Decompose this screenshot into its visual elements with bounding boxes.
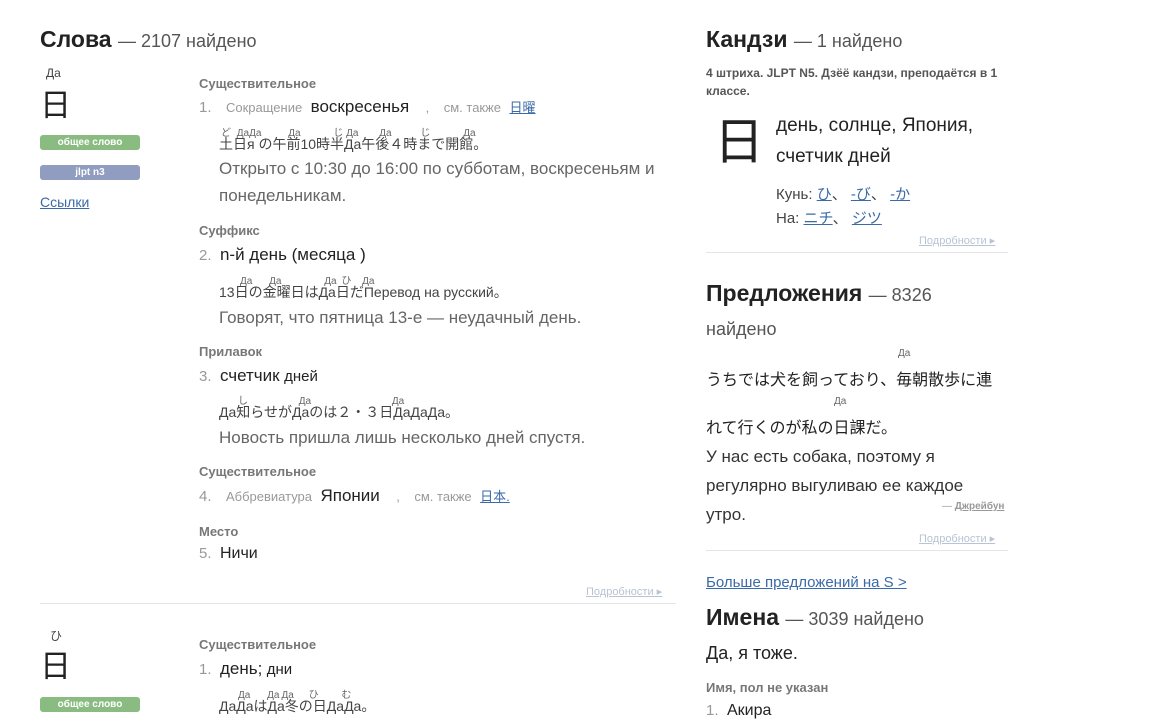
- name-meaning: Акира: [726, 702, 772, 719]
- sense-meaning: воскресенья: [310, 97, 410, 116]
- kanji-count: — 1 найдено: [793, 31, 903, 51]
- comma-separator: ,: [425, 100, 430, 115]
- sense-prefix: Аббревиатура: [225, 489, 313, 504]
- entry-details-link[interactable]: Подробности ▸: [586, 585, 662, 598]
- kanji-meaning: день, солнце, Япония, счетчик дней: [776, 115, 974, 167]
- sense-meaning: n-й день (месяца ): [219, 245, 366, 264]
- kun-reading-link[interactable]: ひ: [817, 186, 832, 203]
- names-title: Имена: [706, 604, 780, 630]
- see-also-link[interactable]: 日曜: [510, 100, 536, 115]
- sentence-attribution: — Джрейбун: [942, 501, 1004, 512]
- see-also-link[interactable]: 日本.: [480, 489, 510, 504]
- name-type: Имя, пол не указан: [706, 680, 829, 695]
- sense-number: 5.: [199, 545, 212, 562]
- sense-number: 3.: [199, 368, 212, 385]
- sense-row: 4. Аббревиатура Японии , см. также 日本.: [199, 486, 510, 506]
- attribution-dash: —: [942, 501, 952, 512]
- example-sentence-translation: Говорят, что пятница 13-е — неудачный де…: [219, 308, 582, 327]
- part-of-speech: Существительное: [199, 76, 317, 91]
- kanji-info: 4 штриха. JLPT N5. Дзёё кандзи, преподаё…: [706, 66, 998, 98]
- sentence-japanese-line: れて行くのが私の日課だ。: [706, 420, 898, 437]
- example-sentence-japanese: Да知らせがДаのは２・３日ДаДаДа。: [219, 404, 460, 420]
- words-title: Слова: [40, 26, 112, 52]
- jlpt-tag: jlpt n3: [40, 165, 140, 180]
- example-sentence-translation: Новость пришла лишь несколько дней спуст…: [219, 428, 586, 447]
- sense-meaning: Японии: [320, 486, 380, 505]
- words-heading: Слова — 2107 найдено: [40, 26, 257, 53]
- names-heading: Имена — 3039 найдено: [706, 604, 924, 631]
- separator: 、: [832, 210, 848, 227]
- on-label: На:: [776, 210, 800, 227]
- part-of-speech: Суффикс: [199, 223, 260, 238]
- sense-meaning: день;: [219, 659, 263, 678]
- kun-reading-link[interactable]: -か: [890, 186, 910, 203]
- separator: 、: [870, 186, 886, 203]
- separator: 、: [831, 186, 847, 203]
- sentences-details-link[interactable]: Подробности ▸: [919, 532, 995, 545]
- part-of-speech: Существительное: [199, 637, 317, 652]
- names-count: — 3039 найдено: [785, 609, 924, 629]
- part-of-speech: Прилавок: [199, 344, 263, 359]
- sense-meaning: Ничи: [219, 545, 258, 562]
- see-also-label: см. также: [443, 100, 502, 115]
- more-sentences-link[interactable]: Больше предложений на S >: [706, 574, 907, 591]
- kun-reading-link[interactable]: -び: [851, 186, 871, 203]
- entry-kanji: 日: [40, 88, 71, 124]
- common-word-tag: общее слово: [40, 135, 140, 150]
- on-readings: На: ニチ、 ジツ: [776, 207, 882, 228]
- sense-row: 1. Сокращение воскресенья , см. также 日曜: [199, 97, 536, 117]
- sentences-heading: Предложения — 8326 найдено: [706, 277, 1006, 345]
- attribution-link[interactable]: Джрейбун: [955, 501, 1005, 512]
- example-sentence-japanese: ДаДаはДа冬の日ДаДа。: [219, 698, 376, 714]
- entry-reading: Да: [46, 66, 61, 80]
- links-link[interactable]: Ссылки: [40, 194, 89, 210]
- on-reading-link[interactable]: ニチ: [804, 210, 833, 227]
- sense-number: 1.: [199, 661, 212, 678]
- sentences-divider: [706, 550, 1008, 551]
- sentence-furigana: Да: [898, 348, 911, 359]
- kanji-details-link[interactable]: Подробности ▸: [919, 234, 995, 247]
- kanji-title: Кандзи: [706, 26, 788, 52]
- sense-number: 1.: [199, 99, 212, 116]
- sense-row: 1. день; дни: [199, 659, 292, 679]
- kanji-divider: [706, 252, 1008, 253]
- sense-meaning-small: дней: [284, 368, 318, 385]
- entry-divider: [40, 603, 676, 604]
- sentence-japanese-line: うちでは犬を飼っており、毎朝散歩に連: [706, 372, 993, 389]
- name-row: 1. Акира: [706, 702, 771, 720]
- sense-row: 5. Ничи: [199, 545, 258, 563]
- kanji-character-link[interactable]: 日: [714, 102, 764, 174]
- sense-row: 2. n-й день (месяца ): [199, 245, 366, 265]
- example-sentence-japanese: 13日の金曜日はДа日だПеревод на русский。: [219, 284, 508, 300]
- sense-row: 3. счетчик дней: [199, 366, 318, 386]
- example-sentence-japanese: 土日я の午前10時半Да午後４時まで開館。: [219, 136, 488, 152]
- sense-prefix: Сокращение: [225, 100, 303, 115]
- sense-number: 2.: [199, 247, 212, 264]
- common-word-tag: общее слово: [40, 697, 140, 712]
- kun-readings: Кунь: ひ、 -び、 -か: [776, 183, 910, 204]
- kanji-heading: Кандзи — 1 найдено: [706, 26, 902, 53]
- sense-meaning-small: дни: [266, 661, 293, 678]
- sentence-furigana: Да: [834, 396, 847, 407]
- sentence-translation: У нас есть собака, поэтому я регулярно в…: [706, 447, 964, 524]
- sense-number: 4.: [199, 488, 212, 505]
- entry-kanji: 日: [40, 649, 71, 685]
- part-of-speech: Существительное: [199, 464, 317, 479]
- see-also-label: см. также: [414, 489, 472, 504]
- part-of-speech: Место: [199, 524, 239, 539]
- on-reading-link[interactable]: ジツ: [852, 210, 882, 227]
- sense-meaning: счетчик: [219, 366, 280, 385]
- words-count: — 2107 найдено: [118, 31, 257, 51]
- sentences-title: Предложения: [706, 280, 863, 306]
- example-sentence-translation: Открыто с 10:30 до 16:00 по субботам, во…: [219, 159, 655, 205]
- comma-separator: ,: [396, 489, 400, 504]
- name-number: 1.: [706, 702, 719, 719]
- kun-label: Кунь:: [776, 186, 813, 203]
- name-entry: Да, я тоже.: [706, 643, 798, 663]
